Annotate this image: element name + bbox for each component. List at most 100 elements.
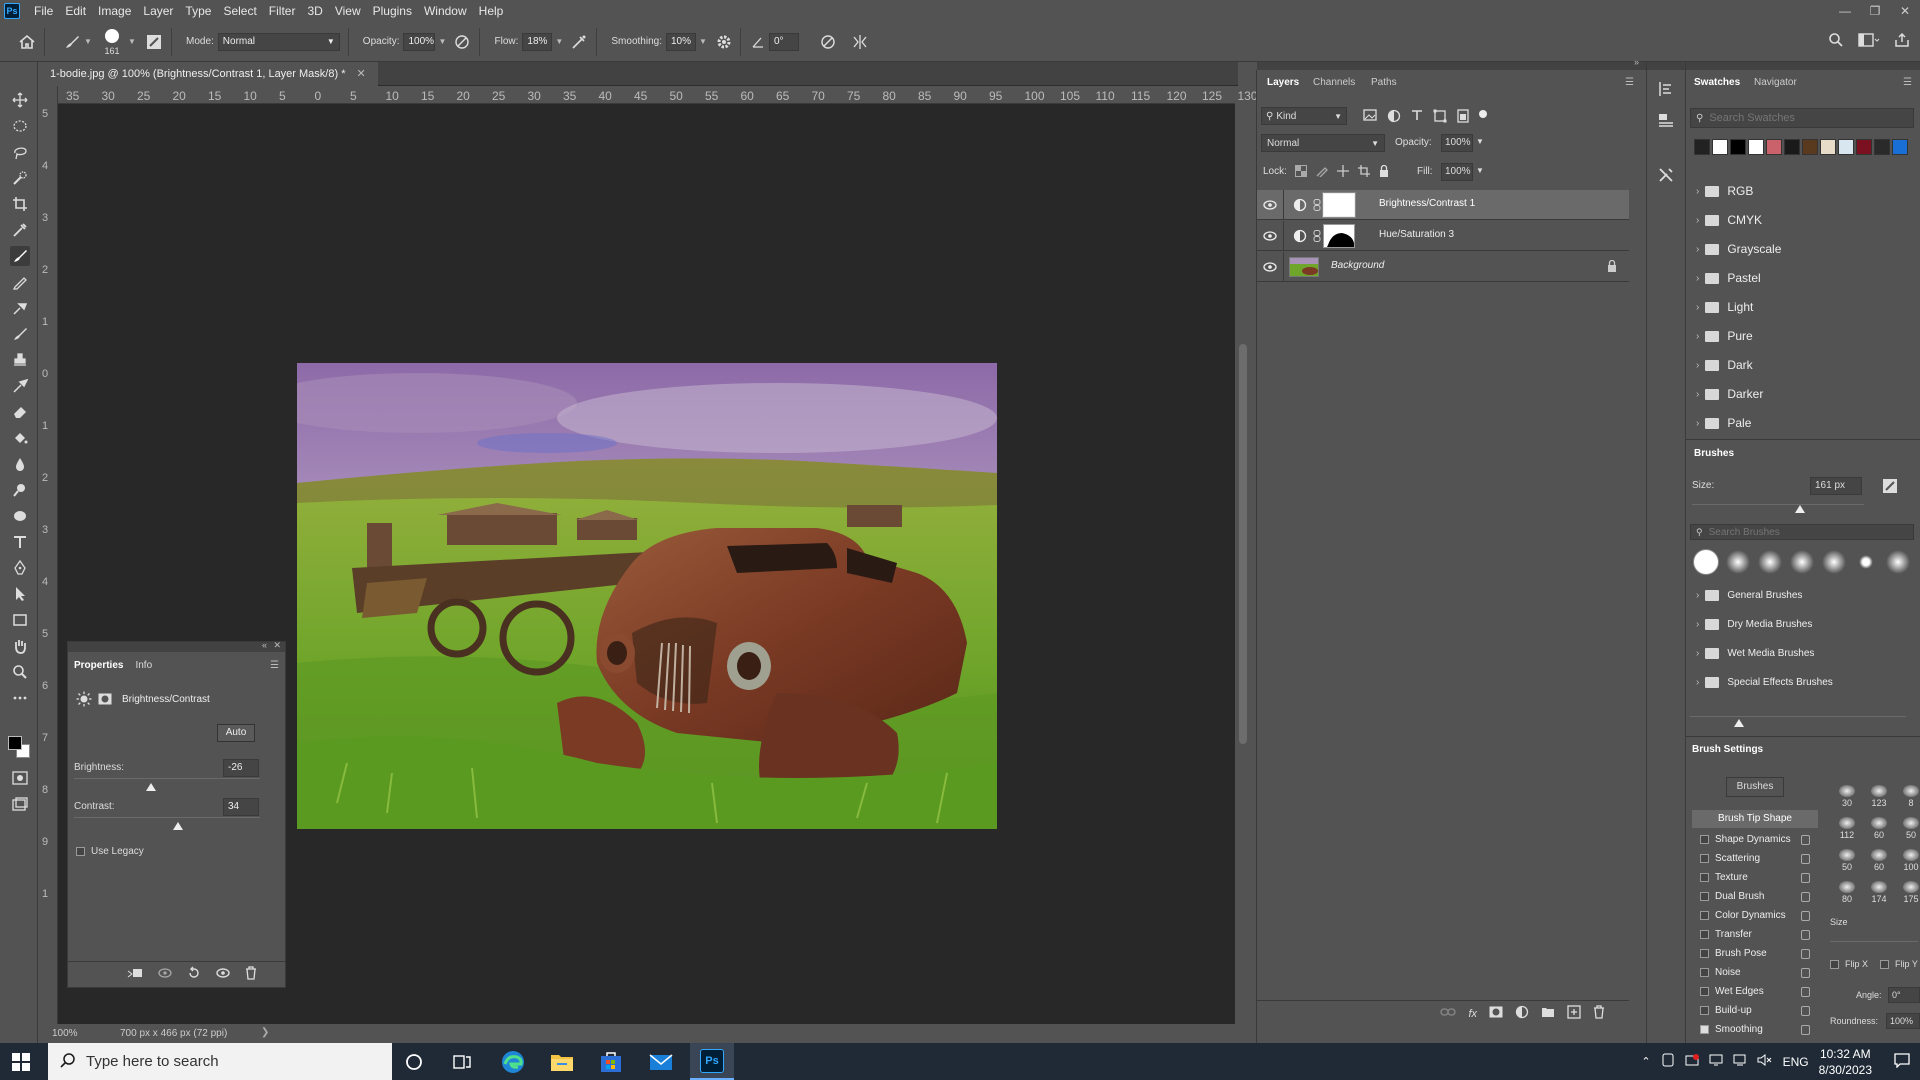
flip-x-checkbox[interactable]: Flip X xyxy=(1830,959,1868,969)
rectangle-tool-icon[interactable] xyxy=(10,610,30,630)
paint-bucket-tool-icon[interactable] xyxy=(10,428,30,448)
language-indicator[interactable]: ENG xyxy=(1783,1055,1809,1069)
security-icon[interactable] xyxy=(1685,1053,1699,1070)
brush-search-input[interactable] xyxy=(1708,526,1899,538)
search-icon[interactable] xyxy=(1828,32,1844,48)
flow-input[interactable]: 18% xyxy=(522,32,553,51)
path-selection-tool-icon[interactable] xyxy=(10,584,30,604)
clone-stamp-tool-icon[interactable] xyxy=(10,350,30,370)
lock-icon[interactable] xyxy=(1801,1024,1810,1035)
minimize-icon[interactable]: — xyxy=(1830,0,1860,22)
reset-icon[interactable] xyxy=(187,966,201,983)
layer-visibility-eye-icon[interactable] xyxy=(1263,200,1277,213)
menu-edit[interactable]: Edit xyxy=(59,0,92,22)
more-tools-icon[interactable] xyxy=(10,688,30,708)
swatch-group-light[interactable]: › Light xyxy=(1696,293,1753,321)
layer-name[interactable]: Hue/Saturation 3 xyxy=(1379,229,1454,240)
swatch-group-rgb[interactable]: › RGB xyxy=(1696,177,1753,205)
history-brush-icon[interactable] xyxy=(10,324,30,344)
move-tool-icon[interactable] xyxy=(10,90,30,110)
layer-thumbnail[interactable] xyxy=(1289,257,1319,277)
brightness-slider-track[interactable] xyxy=(74,778,260,779)
workspace-icon[interactable] xyxy=(1858,32,1880,48)
menu-window[interactable]: Window xyxy=(418,0,473,22)
panel-menu-icon[interactable]: ☰ xyxy=(270,660,279,671)
use-legacy-checkbox[interactable]: Use Legacy xyxy=(76,846,144,857)
brush-size-slider-thumb[interactable] xyxy=(1795,505,1805,513)
smoothing-input[interactable]: 10% xyxy=(665,32,696,51)
tip-size-slider[interactable] xyxy=(1830,941,1918,942)
brush-setting-option[interactable]: Dual Brush xyxy=(1700,887,1810,906)
tab-navigator[interactable]: Navigator xyxy=(1754,70,1797,96)
crop-tool-icon[interactable] xyxy=(10,194,30,214)
menu-filter[interactable]: Filter xyxy=(263,0,302,22)
new-layer-icon[interactable] xyxy=(1567,1005,1581,1022)
filter-shape-icon[interactable] xyxy=(1433,109,1447,126)
brush-group-item[interactable]: › General Brushes xyxy=(1696,581,1802,609)
clip-to-layer-icon[interactable] xyxy=(127,967,143,982)
color-swatch[interactable] xyxy=(1838,139,1854,155)
brush-preset-soft-round-icon[interactable] xyxy=(1886,550,1910,574)
lock-icon[interactable] xyxy=(1801,853,1810,864)
new-group-icon[interactable] xyxy=(1541,1006,1555,1021)
layer-filter-select[interactable]: ⚲ Kind ▼ xyxy=(1261,107,1347,125)
contrast-slider-thumb[interactable] xyxy=(173,822,184,830)
brush-preset-soft-round-icon[interactable] xyxy=(1790,550,1814,574)
edge-browser-icon[interactable] xyxy=(500,1049,526,1075)
pen-tool-icon[interactable] xyxy=(10,558,30,578)
tab-brush-settings[interactable]: Brush Settings xyxy=(1692,737,1763,763)
brush-tip-cell[interactable]: 123 xyxy=(1864,779,1894,809)
lock-icon[interactable] xyxy=(1801,967,1810,978)
color-swatch[interactable] xyxy=(1874,139,1890,155)
eraser-tool-icon[interactable] xyxy=(10,402,30,422)
brush-preset-soft-round-icon[interactable] xyxy=(1822,550,1846,574)
notifications-icon[interactable] xyxy=(1894,1052,1910,1071)
layer-mask-thumbnail[interactable] xyxy=(1322,192,1356,218)
close-panel-icon[interactable]: ✕ xyxy=(273,640,281,651)
filter-adjustment-icon[interactable] xyxy=(1387,109,1401,126)
taskbar-search[interactable]: Type here to search xyxy=(48,1043,392,1080)
brush-tip-shape-item[interactable]: Brush Tip Shape xyxy=(1692,810,1818,828)
layer-row-background[interactable]: Background xyxy=(1257,252,1629,282)
menu-select[interactable]: Select xyxy=(217,0,262,22)
lock-icon[interactable] xyxy=(1801,929,1810,940)
brush-tip-cell[interactable]: 8 xyxy=(1896,779,1920,809)
color-swatches[interactable] xyxy=(8,734,30,758)
brush-preset-soft-round-icon[interactable] xyxy=(1758,550,1782,574)
mode-select[interactable]: Normal ▼ xyxy=(217,32,340,51)
swatch-group-pale[interactable]: › Pale xyxy=(1696,409,1751,437)
marquee-tool-icon[interactable] xyxy=(10,116,30,136)
tool-presets-icon[interactable] xyxy=(1657,166,1675,187)
filter-pixel-icon[interactable] xyxy=(1363,109,1377,126)
menu-help[interactable]: Help xyxy=(473,0,510,22)
brush-tip-cell[interactable]: 174 xyxy=(1864,875,1894,905)
contrast-input[interactable]: 34 xyxy=(223,798,259,816)
screen-mode-icon[interactable] xyxy=(10,794,30,814)
color-swatch[interactable] xyxy=(1712,139,1728,155)
trash-icon[interactable] xyxy=(1593,1005,1605,1022)
task-view-icon[interactable] xyxy=(452,1053,478,1079)
chevron-down-icon[interactable]: ▼ xyxy=(696,33,710,51)
brush-settings-toggle-icon[interactable] xyxy=(145,33,163,51)
cortana-icon[interactable] xyxy=(405,1053,431,1079)
quick-selection-tool-icon[interactable] xyxy=(10,168,30,188)
angle-input[interactable]: 0° xyxy=(768,32,799,51)
blur-tool-icon[interactable] xyxy=(10,454,30,474)
brush-setting-option[interactable]: Brush Pose xyxy=(1700,944,1810,963)
brush-setting-option[interactable]: Smoothing xyxy=(1700,1020,1810,1039)
collapse-panel-icon[interactable]: « xyxy=(262,640,267,650)
blend-mode-select[interactable]: Normal ▼ xyxy=(1261,134,1385,152)
layer-name[interactable]: Brightness/Contrast 1 xyxy=(1379,198,1475,209)
lock-icon[interactable] xyxy=(1801,834,1810,845)
layer-visibility-eye-icon[interactable] xyxy=(1263,231,1277,244)
document-image[interactable] xyxy=(297,363,997,829)
airbrush-icon[interactable] xyxy=(570,33,588,51)
color-swatch[interactable] xyxy=(1748,139,1764,155)
pressure-opacity-icon[interactable] xyxy=(453,33,471,51)
tab-paths[interactable]: Paths xyxy=(1371,70,1397,96)
brush-preset-small-soft-icon[interactable] xyxy=(1854,550,1878,574)
mask-link-icon[interactable] xyxy=(1313,230,1321,245)
swatch-search[interactable]: ⚲ xyxy=(1690,108,1914,128)
menu-image[interactable]: Image xyxy=(92,0,137,22)
color-swatch[interactable] xyxy=(1766,139,1782,155)
